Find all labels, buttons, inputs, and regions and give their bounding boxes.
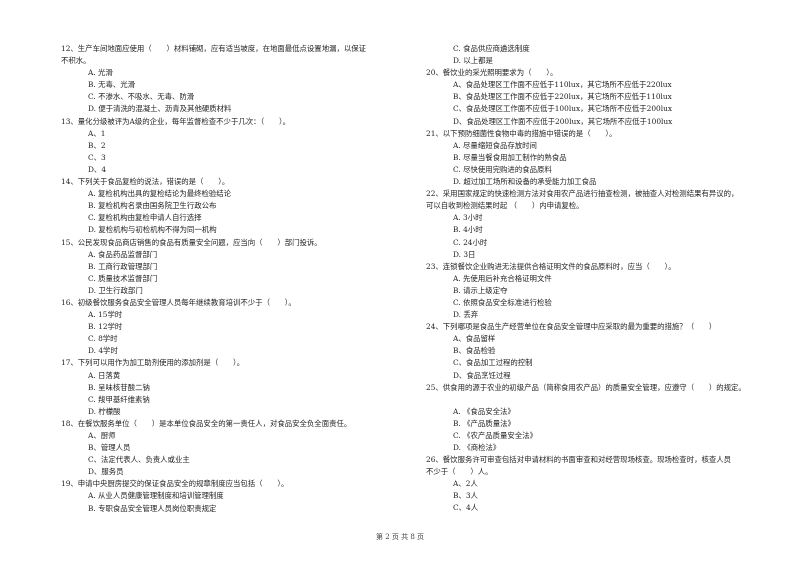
answer-option: D. 便于清洗的混凝土、沥青及其他硬质材料 xyxy=(88,104,232,114)
question-text: 24、下列哪项是食品生产经营单位在食品安全管理中应采取的最为重要的措施？（ ） xyxy=(426,322,717,332)
question-17: 17、下列可以用作为加工助剂使用的添加剂是（ ）。 A. 日落黄 B. 呈味核苷酸二… xyxy=(61,357,401,417)
answer-option: B. 《产品质量法》 xyxy=(453,418,515,428)
answer-option: A. 尽量缩短食品存放时间 xyxy=(453,140,537,150)
answer-option: B. 无毒、光滑 xyxy=(88,80,136,90)
answer-option: A. 光滑 xyxy=(88,68,113,78)
question-23: 23、连锁餐饮企业购进无法提供合格证明文件的食品原料时，应当（ ）。 A. 先使用… xyxy=(426,261,766,321)
answer-option: D. 卫生行政部门 xyxy=(88,285,143,295)
answer-option: A、厨师 xyxy=(88,431,116,440)
question-text: 18、在餐饮服务单位（ ）是本单位食品安全的第一责任人，对食品安全负全面责任。 xyxy=(61,418,352,428)
question-text: 25、供食用的源于农业的初级产品（简称食用农产品）的质量安全管理，应遵守（ ）的… xyxy=(426,382,746,392)
answer-option: D. 3日 xyxy=(453,249,476,259)
question-text-continued: 不少于（ ）人。 xyxy=(426,467,493,477)
answer-option: C、3 xyxy=(88,152,106,162)
answer-option: B. 工商行政管理部门 xyxy=(88,261,158,271)
answer-option: D. 柠檬酸 xyxy=(88,406,121,416)
answer-option: A. 日落黄 xyxy=(88,370,121,380)
answer-option: A. 《食品安全法》 xyxy=(453,406,515,416)
question-26: 26、餐饮服务许可审查包括对申请材料的书面审查和对经营现场核查。现场检查时，核查… xyxy=(426,454,766,514)
question-text-continued: 可以自收到检测结果时起 （ ）内申请复检。 xyxy=(426,201,584,211)
question-21: 21、以下预防细菌性食物中毒的措施中错误的是（ ）。 A. 尽量缩短食品存放时间 B… xyxy=(426,128,766,188)
answer-option: D. 4学时 xyxy=(88,346,118,356)
left-column: 12、生产车间地面应使用（ ）材料铺砌，应有适当坡度，在地面最低点设置地漏，以保… xyxy=(61,43,401,515)
question-24: 24、下列哪项是食品生产经营单位在食品安全管理中应采取的最为重要的措施？（ ） A… xyxy=(426,321,766,381)
answer-option: D、食品烹饪过程 xyxy=(453,370,511,380)
question-text-continued: 不积水。 xyxy=(61,56,91,66)
answer-option: A. 复检机构出具的复检结论为最终检验结论 xyxy=(88,189,232,199)
answer-option: D. 以上都是 xyxy=(453,56,493,66)
question-19: 19、申请中央厨房提交的保证食品安全的规章制度应当包括（ ）。 A. 从业人员健康… xyxy=(61,478,401,514)
question-20: 20、餐饮业的采光照明要求为（ ）。 A、食品处理区工作面不应低于110lux，其… xyxy=(426,67,766,127)
answer-option: C、4人 xyxy=(453,503,479,513)
answer-option: B、2 xyxy=(88,140,106,150)
answer-option: D. 丢弃 xyxy=(453,310,479,320)
question-text: 12、生产车间地面应使用（ ）材料铺砌，应有适当坡度，在地面最低点设置地漏，以保… xyxy=(61,44,367,53)
question-16: 16、初级餐饮服务食品安全管理人员每年继续教育培训不少于（ ）。 A. 15学时 B… xyxy=(61,297,401,357)
answer-option: D、4 xyxy=(88,164,107,174)
answer-option: A. 食品药品监督部门 xyxy=(88,249,158,259)
answer-option: D. 超过加工场所和设备的承受能力加工食品 xyxy=(453,177,597,187)
question-text: 16、初级餐饮服务食品安全管理人员每年继续教育培训不少于（ ）。 xyxy=(61,297,296,307)
answer-option: B. 请示上级定夺 xyxy=(453,285,508,295)
answer-option: C. 《农产品质量安全法》 xyxy=(453,430,537,440)
question-text: 26、餐饮服务许可审查包括对申请材料的书面审查和对经营现场核查。现场检查时，核查… xyxy=(426,455,732,465)
answer-option: A、食品处理区工作面不应低于110lux，其它场所不应低于220lux xyxy=(453,80,672,90)
question-15: 15、公民发现食品商店销售的食品有质量安全问题，应当向（ ）部门投诉。 A. 食品… xyxy=(61,237,401,297)
answer-option: C. 尽快使用完购进的食品原料 xyxy=(453,164,552,174)
answer-option: D、服务员 xyxy=(88,467,124,477)
answer-option: B. 12学时 xyxy=(88,322,123,332)
page-footer: 第 2 页 共 8 页 xyxy=(375,533,425,541)
question-text: 19、申请中央厨房提交的保证食品安全的规章制度应当包括（ ）。 xyxy=(61,479,289,489)
answer-option: C. 食品供应商遴选制度 xyxy=(453,44,530,53)
answer-option: B. 尽量当餐食用加工制作的熟食品 xyxy=(453,152,567,162)
answer-option: B、3人 xyxy=(453,491,478,501)
answer-option: A. 从业人员健康管理制度和培训管理制度 xyxy=(88,491,224,501)
question-19-cont: C. 食品供应商遴选制度 D. 以上都是 xyxy=(426,43,766,67)
question-text: 17、下列可以用作为加工助剂使用的添加剂是（ ）。 xyxy=(61,358,245,368)
answer-option: C. 复检机构由复检申请人自行选择 xyxy=(88,213,202,223)
answer-option: C. 羧甲基纤维素钠 xyxy=(88,394,150,404)
answer-option: D、食品处理区工作面不应低于200lux，其它场所不应低于100lux xyxy=(453,116,673,126)
answer-option: B. 专职食品安全管理人员岗位职责规定 xyxy=(88,503,217,513)
answer-option: D. 《商检法》 xyxy=(453,443,501,452)
answer-option: D. 复检机构与初检机构不得为同一机构 xyxy=(88,225,217,235)
question-25: 25、供食用的源于农业的初级产品（简称食用农产品）的质量安全管理，应遵守（ ）的… xyxy=(426,382,766,454)
answer-option: B、食品检验 xyxy=(453,346,496,356)
answer-option: A. 3小时 xyxy=(453,213,483,223)
answer-option: C、法定代表人、负责人或业主 xyxy=(88,455,190,465)
answer-option: B. 复检机构名录由国务院卫生行政公布 xyxy=(88,201,217,211)
answer-option: C、食品处理区工作面不应低于100lux，其它场所不应低于200lux xyxy=(453,104,673,114)
answer-option: A. 先使用后补充合格证明文件 xyxy=(453,273,552,283)
question-text: 14、下列关于食品复检的说法，错误的是（ ）。 xyxy=(61,177,230,187)
question-12: 12、生产车间地面应使用（ ）材料铺砌，应有适当坡度，在地面最低点设置地漏，以保… xyxy=(61,43,401,116)
question-text: 23、连锁餐饮企业购进无法提供合格证明文件的食品原料时，应当（ ）。 xyxy=(426,261,676,271)
right-column: C. 食品供应商遴选制度 D. 以上都是 20、餐饮业的采光照明要求为（ ）。 A、食… xyxy=(426,43,766,515)
answer-option: C. 不渗水、不吸水、无毒、防滑 xyxy=(88,92,195,102)
answer-option: A、1 xyxy=(88,128,106,138)
question-18: 18、在餐饮服务单位（ ）是本单位食品安全的第一责任人，对食品安全负全面责任。 A… xyxy=(61,418,401,478)
answer-option: B. 呈味核苷酸二钠 xyxy=(88,382,150,392)
question-text: 13、量化分级被评为A级的企业，每年监督检查不少于几次：（ ）。 xyxy=(61,116,291,126)
answer-option: C. 质量技术监督部门 xyxy=(88,273,158,283)
answer-option: B、管理人员 xyxy=(88,443,131,453)
answer-option: A、食品留样 xyxy=(453,334,496,344)
question-13: 13、量化分级被评为A级的企业，每年监督检查不少于几次：（ ）。 A、1 B、2 C、… xyxy=(61,116,401,176)
question-text: 20、餐饮业的采光照明要求为（ ）。 xyxy=(426,68,558,78)
question-text: 15、公民发现食品商店销售的食品有质量安全问题，应当向（ ）部门投诉。 xyxy=(61,237,322,247)
answer-option: C. 8学时 xyxy=(88,334,118,344)
question-text: 22、采用国家规定的快速检测方法对食用农产品进行抽查检测，被抽查人对检测结果有异… xyxy=(426,189,739,199)
question-text: 21、以下预防细菌性食物中毒的措施中错误的是（ ）。 xyxy=(426,128,617,138)
answer-option: A、2人 xyxy=(453,479,478,489)
answer-option: A. 15学时 xyxy=(88,310,123,320)
answer-option: C. 依照食品安全标准进行检验 xyxy=(453,297,552,307)
question-14: 14、下列关于食品复检的说法，错误的是（ ）。 A. 复检机构出具的复检结论为最终… xyxy=(61,176,401,236)
question-22: 22、采用国家规定的快速检测方法对食用农产品进行抽查检测，被抽查人对检测结果有异… xyxy=(426,188,766,261)
answer-option: B、食品处理区工作面不应低于220lux，其它场所不应低于110lux xyxy=(453,92,672,102)
answer-option: C、食品加工过程的控制 xyxy=(453,358,533,368)
answer-option: C. 24小时 xyxy=(453,237,488,247)
answer-option: B. 4小时 xyxy=(453,225,483,235)
